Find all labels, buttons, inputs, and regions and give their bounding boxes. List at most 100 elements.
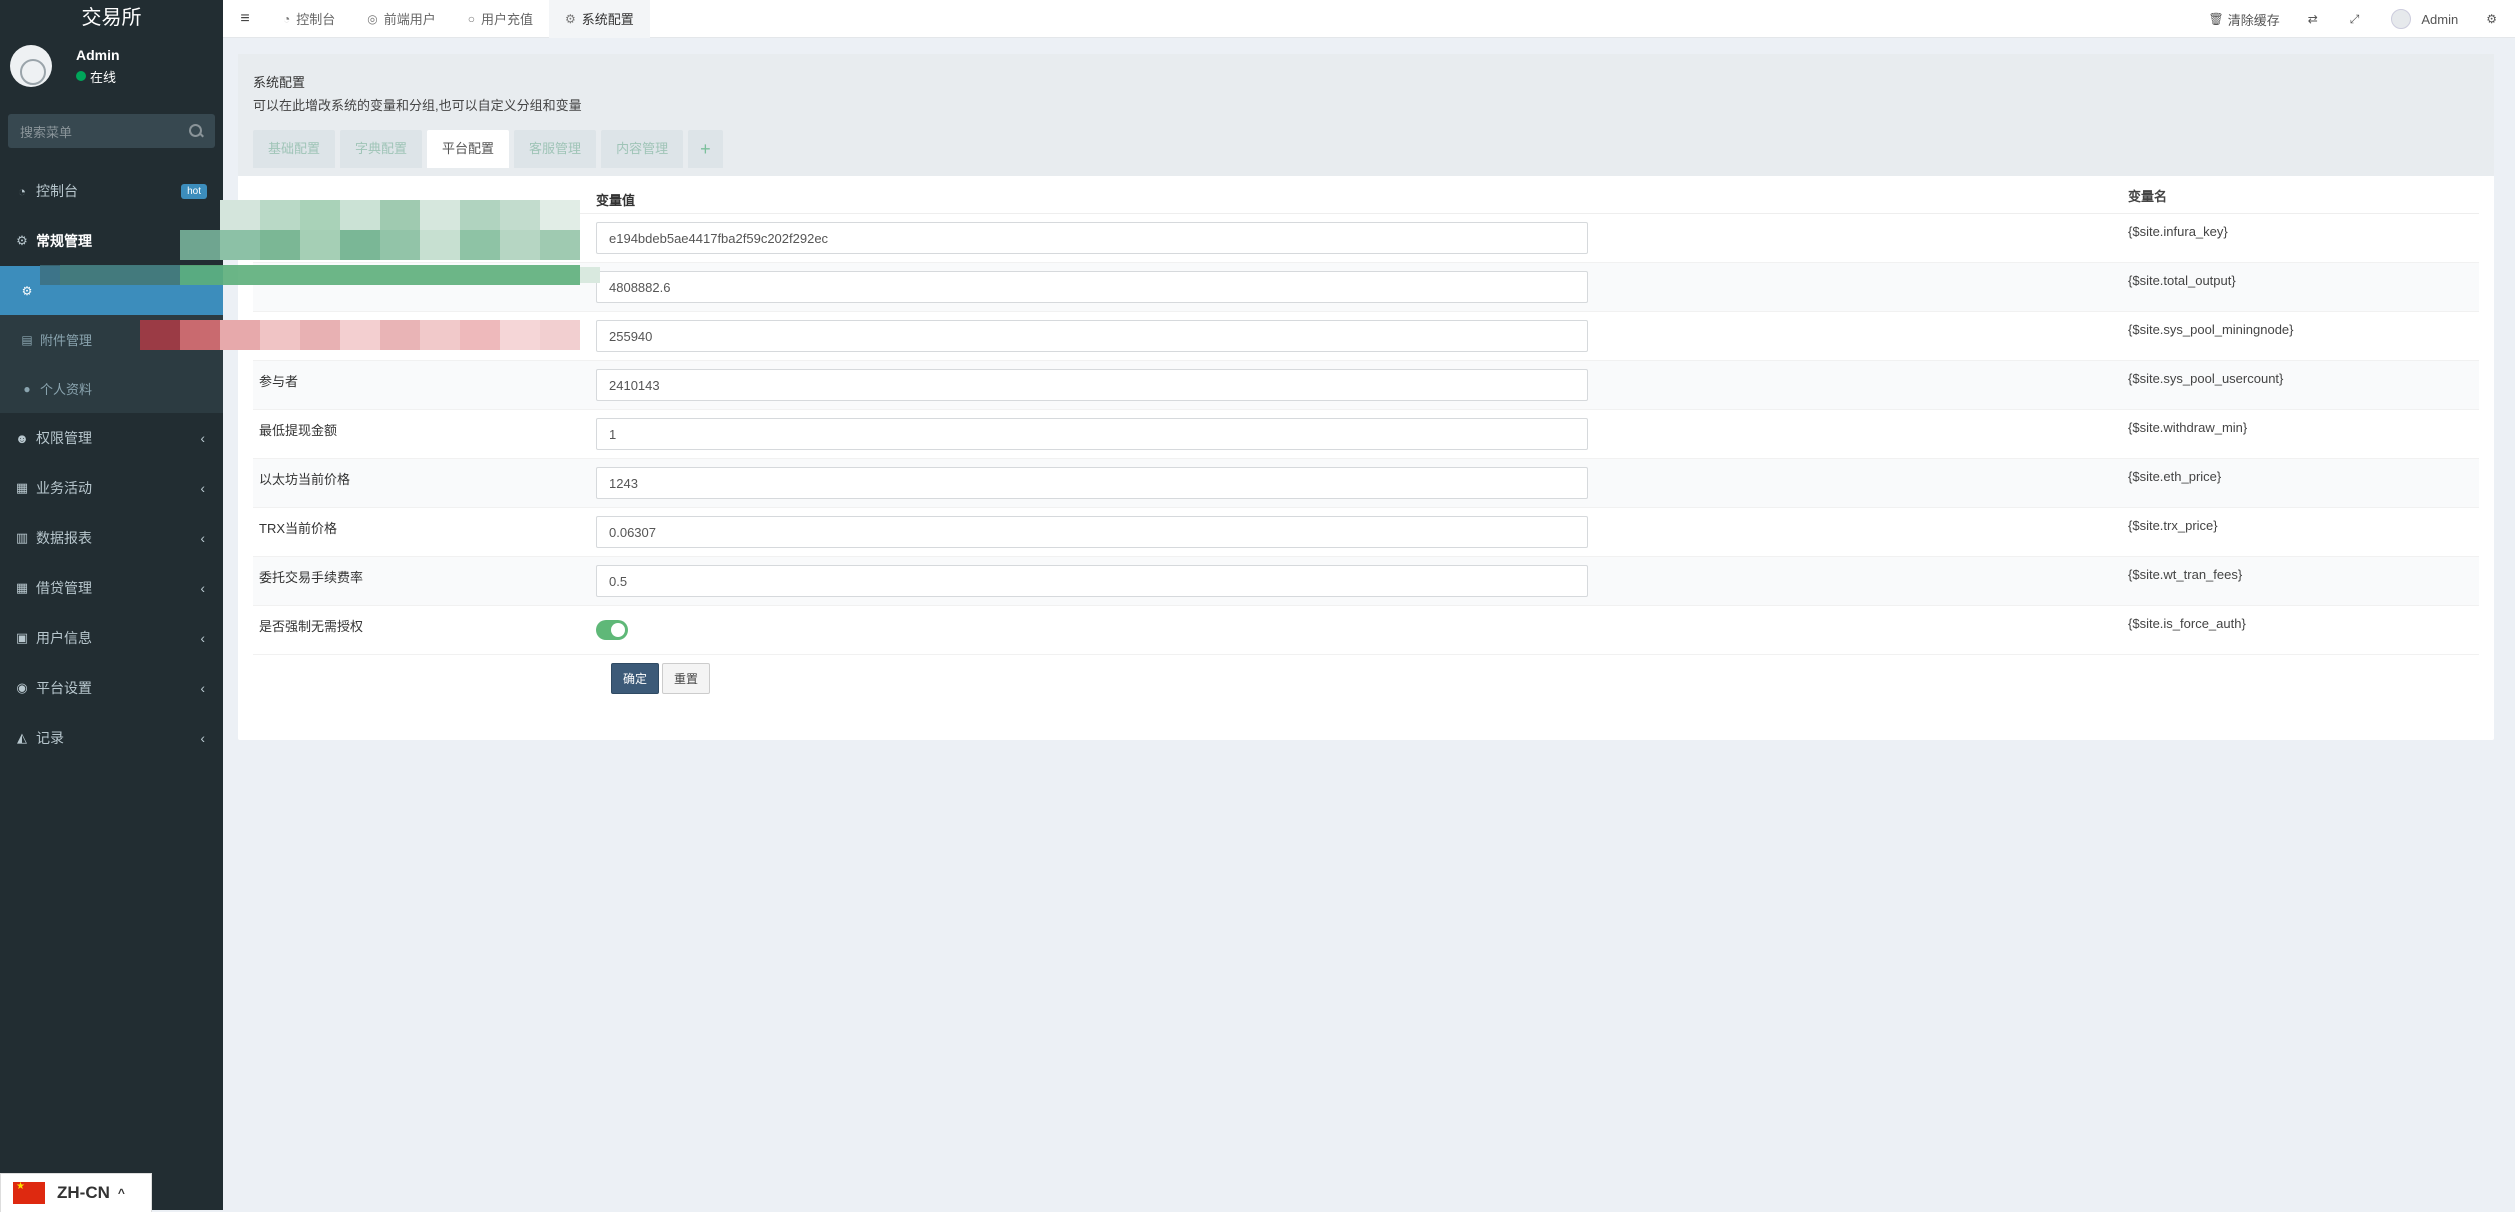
row-title: 最低提现金额 <box>259 423 338 438</box>
chevron-up-icon: ^ <box>117 1186 125 1200</box>
tab-label: 系统配置 <box>581 12 634 27</box>
row-value-cell <box>596 565 2128 597</box>
table-row: 是否强制无需授权 {$site.is_force_auth} <box>253 606 2479 655</box>
clear-cache-label: 清除缓存 <box>2227 12 2280 28</box>
sidebar-item-user-info[interactable]: ▣ 用户信息 ‹ <box>0 613 223 663</box>
row-var-name: {$site.trx_price} <box>2128 518 2218 533</box>
cogs-icon: ⚙ <box>16 233 28 248</box>
tab-customer-service[interactable]: 客服管理 <box>514 130 597 168</box>
tab-dashboard[interactable]: ◔ 控制台 <box>267 0 351 38</box>
area-chart-icon: ◭ <box>17 730 27 745</box>
sidebar-item-label: 数据报表 <box>36 530 92 546</box>
table-row: TRX当前价格 {$site.trx_price} <box>253 508 2479 557</box>
row-value-cell <box>596 516 2128 548</box>
table-row: 最低提现金额 {$site.withdraw_min} <box>253 410 2479 459</box>
clear-cache-button[interactable]: 🗑 清除缓存 <box>2194 10 2293 29</box>
trash-icon: 🗑 <box>2208 12 2224 26</box>
value-input[interactable] <box>596 565 1588 597</box>
table-row: 以太坊当前价格 {$site.eth_price} <box>253 459 2479 508</box>
sidebar-search[interactable]: 搜索菜单 <box>8 114 215 148</box>
tab-user-recharge[interactable]: ○ 用户充值 <box>452 0 549 38</box>
list-icon: ▦ <box>15 480 29 495</box>
reset-button[interactable]: 重置 <box>662 663 711 694</box>
sidebar: 交易所 Admin 在线 搜索菜单 ◔ 控制台 hot ⚙ 常规管理 ⚙ ▤ 附… <box>0 0 223 1210</box>
chevron-left-icon: ‹ <box>200 430 205 446</box>
add-group-button[interactable]: + <box>688 130 723 168</box>
chevron-left-icon: ‹ <box>200 630 205 646</box>
online-dot-icon <box>76 71 86 81</box>
gear-icon: ⚙ <box>21 283 33 298</box>
admin-menu[interactable]: Admin <box>2377 9 2472 29</box>
row-var-name: {$site.total_output} <box>2128 273 2236 288</box>
row-value-cell <box>596 320 2128 352</box>
user-status: 在线 <box>76 67 120 86</box>
sidebar-item-business[interactable]: ▦ 业务活动 ‹ <box>0 463 223 513</box>
admin-name: Admin <box>2421 11 2459 27</box>
sidebar-item-permissions[interactable]: ☻ 权限管理 ‹ <box>0 413 223 463</box>
row-value-cell <box>596 418 2128 450</box>
tab-system-config[interactable]: ⚙ 系统配置 <box>549 0 650 38</box>
chevron-left-icon: ‹ <box>200 480 205 496</box>
sidebar-item-records[interactable]: ◭ 记录 ‹ <box>0 713 223 763</box>
fullscreen-icon: ⤢ <box>2349 11 2360 26</box>
user-status-label: 在线 <box>90 69 117 85</box>
fullscreen-button[interactable]: ⤢ <box>2336 12 2378 27</box>
redaction-mosaic <box>40 200 600 350</box>
tab-label: 前端用户 <box>383 12 436 27</box>
circle-outline-icon: ○ <box>467 11 476 26</box>
topbar-actions: 🗑 清除缓存 ⇄ ⤢ Admin ⚙ <box>2194 0 2515 38</box>
top-navbar: ≡ ◔ 控制台 ◎ 前端用户 ○ 用户充值 ⚙ 系统配置 🗑 清除缓存 ⇄ ⤢ … <box>223 0 2515 38</box>
tab-frontend-users[interactable]: ◎ 前端用户 <box>351 0 452 38</box>
value-input[interactable] <box>596 222 1588 254</box>
confirm-button[interactable]: 确定 <box>611 663 660 694</box>
form-actions: 确定 重置 <box>253 655 2479 694</box>
column-header-name: 变量名 <box>2128 189 2168 204</box>
config-panel: 系统配置 可以在此增改系统的变量和分组,也可以自定义分组和变量 基础配置 字典配… <box>238 54 2494 740</box>
user-panel: Admin 在线 <box>0 36 223 96</box>
tab-platform-config[interactable]: 平台配置 <box>427 130 510 168</box>
value-input[interactable] <box>596 418 1588 450</box>
china-flag-icon <box>13 1181 45 1204</box>
multiplayer-button[interactable]: ⇄ <box>2294 12 2336 26</box>
panel-heading: 系统配置 可以在此增改系统的变量和分组,也可以自定义分组和变量 基础配置 字典配… <box>238 54 2494 176</box>
circle-icon: ◉ <box>16 680 28 695</box>
value-input[interactable] <box>596 369 1588 401</box>
tab-label: 控制台 <box>296 12 336 27</box>
tab-label: 用户充值 <box>481 12 534 27</box>
sidebar-item-platform-settings[interactable]: ◉ 平台设置 ‹ <box>0 663 223 713</box>
tab-basic-config[interactable]: 基础配置 <box>253 130 336 168</box>
value-input[interactable] <box>596 320 1588 352</box>
table-row: 委托交易手续费率 {$site.wt_tran_fees} <box>253 557 2479 606</box>
page-title: 系统配置 <box>253 75 306 90</box>
settings-button[interactable]: ⚙ <box>2472 12 2515 26</box>
user-name: Admin <box>76 46 120 63</box>
sidebar-item-label: 用户信息 <box>36 630 92 646</box>
config-tabs: 基础配置 字典配置 平台配置 客服管理 内容管理 + <box>253 130 2479 168</box>
sidebar-item-loans[interactable]: ▦ 借贷管理 ‹ <box>0 563 223 613</box>
sidebar-search-input[interactable]: 搜索菜单 <box>20 122 189 141</box>
row-title: 是否强制无需授权 <box>259 619 364 634</box>
row-title: 委托交易手续费率 <box>259 570 364 585</box>
sidebar-item-label: 业务活动 <box>36 480 92 496</box>
language-switcher[interactable]: ZH-CN ^ <box>0 1173 152 1213</box>
tab-content-management[interactable]: 内容管理 <box>601 130 684 168</box>
column-header-title <box>253 176 596 186</box>
sidebar-item-reports[interactable]: ▥ 数据报表 ‹ <box>0 513 223 563</box>
sidebar-subitem-profile[interactable]: ● 个人资料 <box>0 364 223 413</box>
row-value-cell <box>596 271 2128 303</box>
page-description: 可以在此增改系统的变量和分组,也可以自定义分组和变量 <box>253 98 582 113</box>
cogs-icon: ⚙ <box>2486 12 2497 26</box>
value-input[interactable] <box>596 271 1588 303</box>
id-card-icon: ▣ <box>15 630 29 645</box>
user-icon: ● <box>23 381 31 396</box>
row-value-cell <box>596 369 2128 401</box>
app-logo: 交易所 <box>0 0 223 36</box>
menu-toggle-icon[interactable]: ≡ <box>223 10 267 28</box>
value-input[interactable] <box>596 467 1588 499</box>
user-info: Admin 在线 <box>76 47 120 86</box>
force-auth-toggle[interactable] <box>596 620 628 640</box>
search-icon[interactable] <box>189 124 203 138</box>
value-input[interactable] <box>596 516 1588 548</box>
row-value-cell <box>596 620 2128 640</box>
tab-dictionary-config[interactable]: 字典配置 <box>340 130 423 168</box>
